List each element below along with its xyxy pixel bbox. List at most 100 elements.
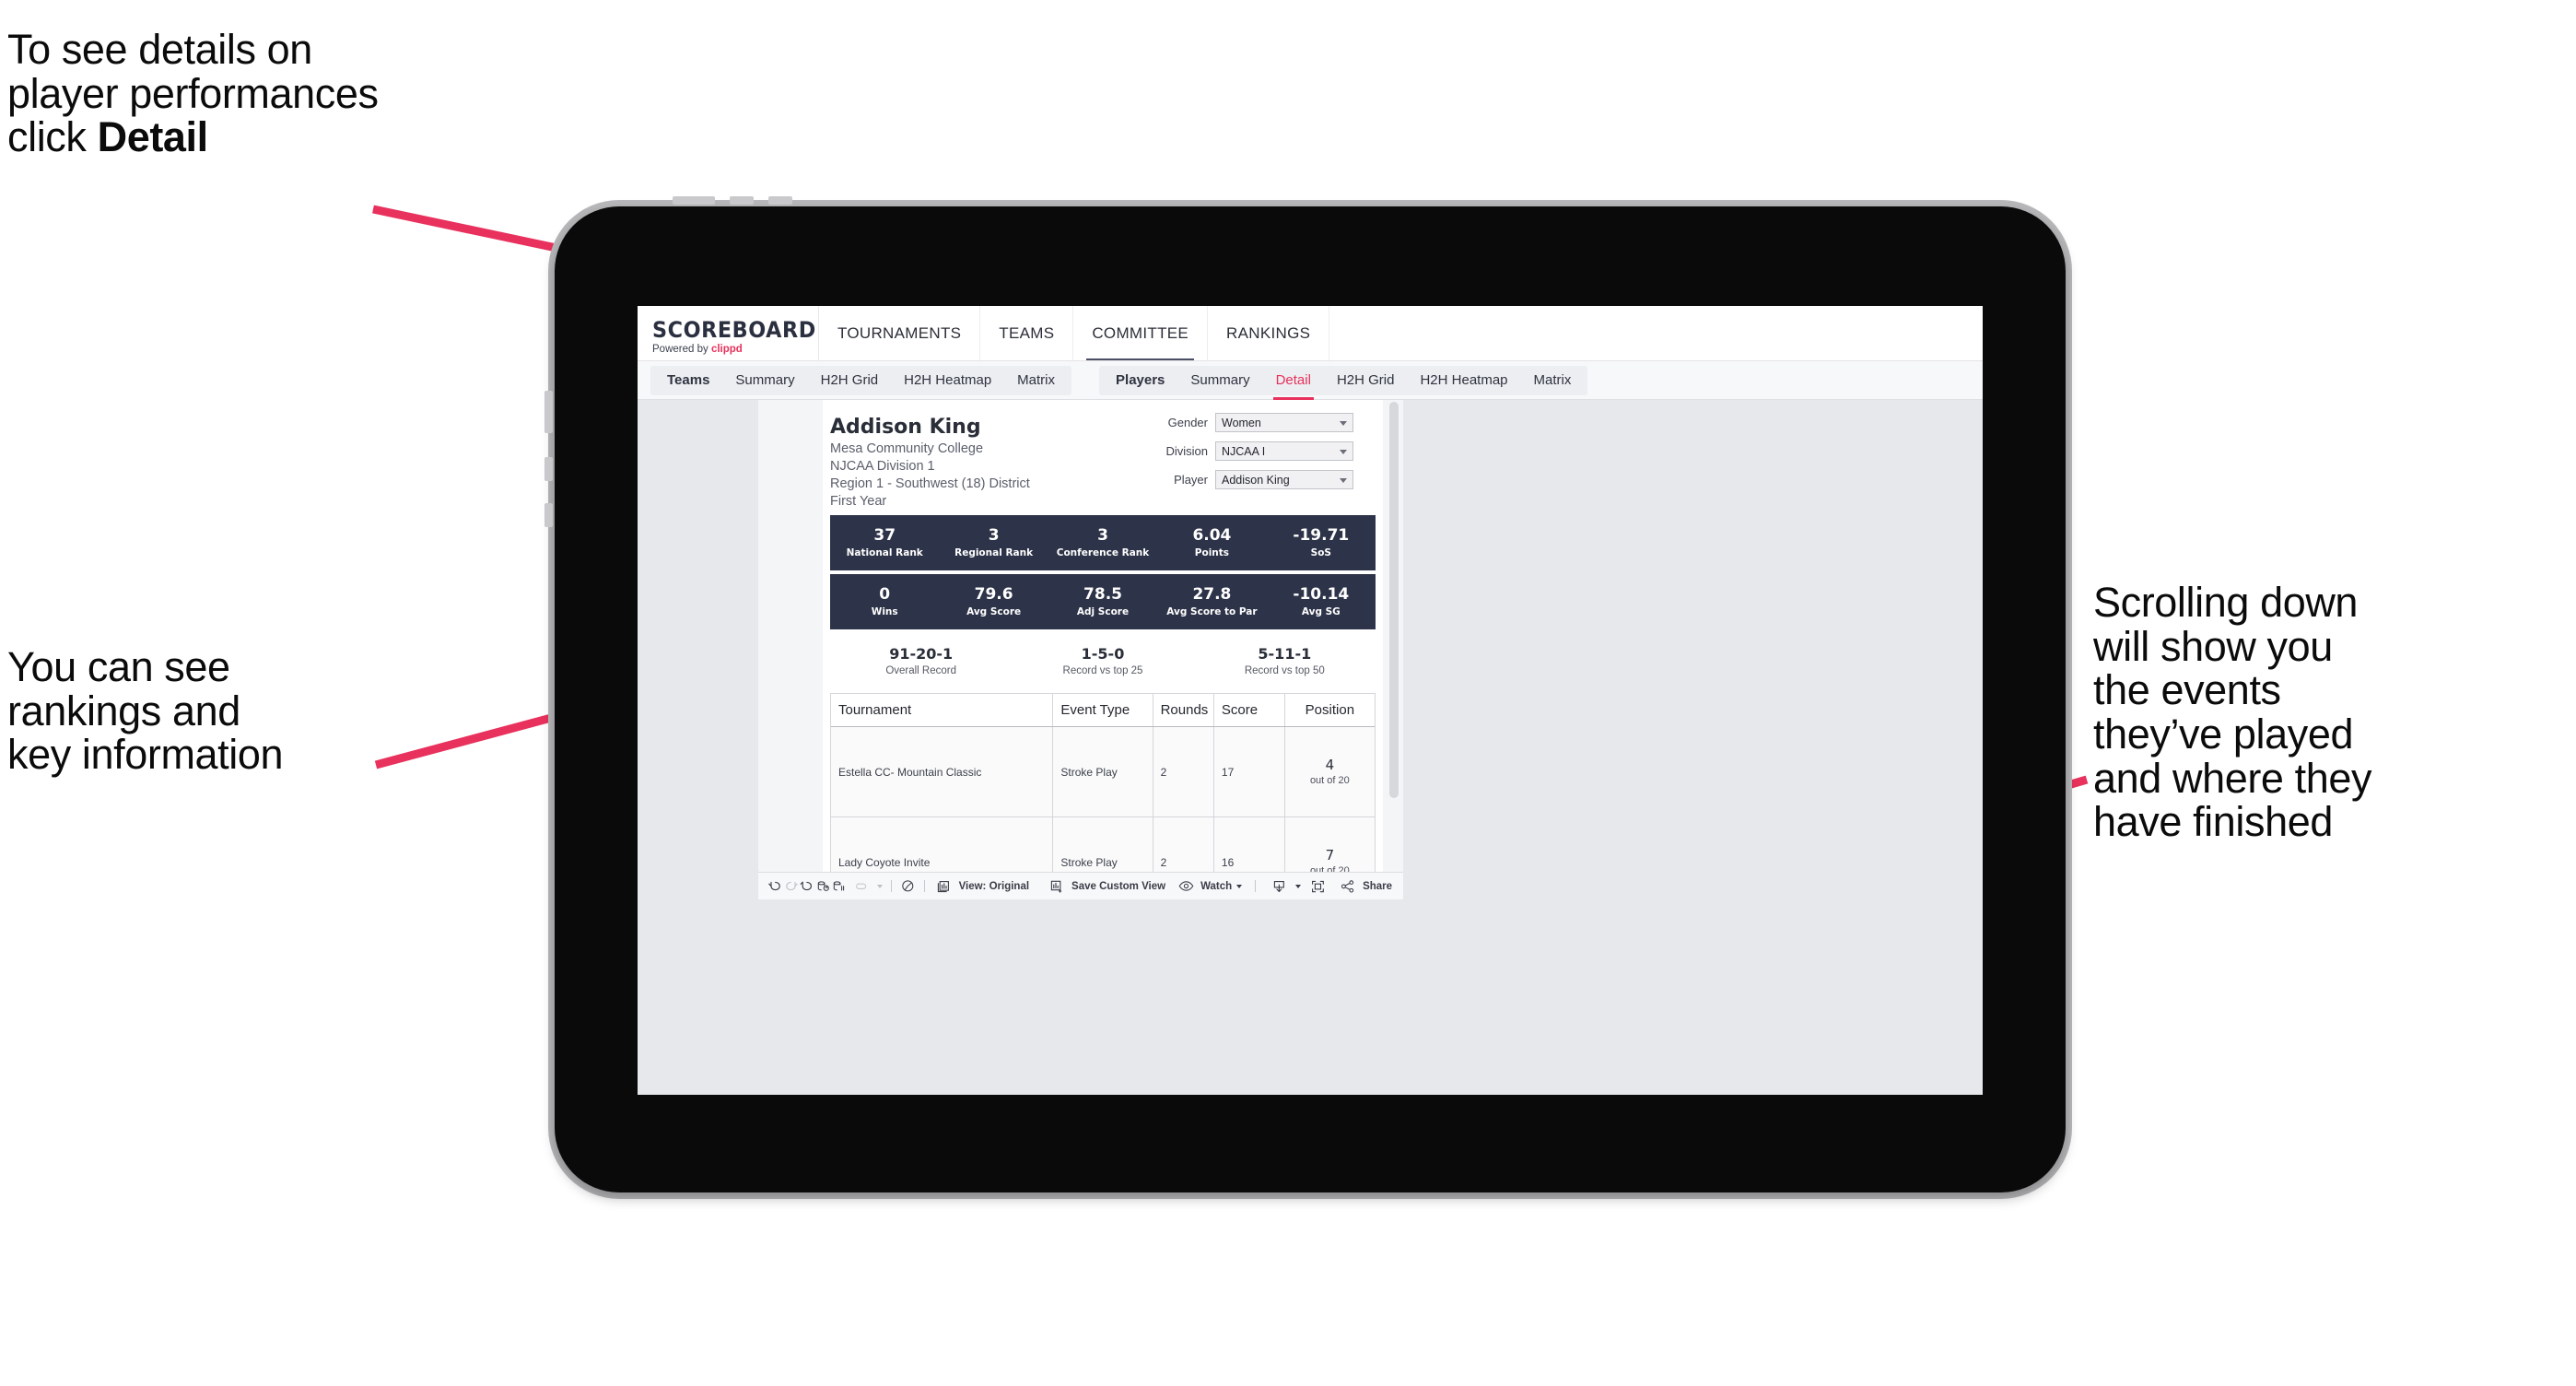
stats-band-rankings: 37 National Rank 3 Regional Rank 3 Confe… (830, 515, 1376, 570)
filter-select-player[interactable]: Addison King (1215, 470, 1353, 489)
revert-icon[interactable] (799, 873, 814, 899)
share-button[interactable]: Share (1337, 879, 1393, 893)
stat-value: 3 (1097, 525, 1108, 545)
position-value: 7 (1325, 846, 1335, 863)
pause-auto-updates-dropdown (850, 882, 883, 891)
record-vs-top-25: 1-5-0 Record vs top 25 (1012, 645, 1193, 676)
screenshot-root: To see details on player performances cl… (0, 0, 2576, 1386)
tab-teams-h2h-heatmap[interactable]: H2H Heatmap (891, 366, 1004, 395)
save-custom-view-button[interactable]: Save Custom View (1046, 880, 1165, 893)
position-out-of: out of 20 (1309, 775, 1350, 787)
tablet-button-side-power (544, 391, 553, 433)
view-original-button[interactable]: View: Original (933, 880, 1029, 893)
cell-event-type: Stroke Play (1052, 726, 1153, 817)
tab-players-summary[interactable]: Summary (1177, 366, 1262, 395)
filter-label-player: Player (1174, 473, 1208, 487)
share-label: Share (1363, 880, 1393, 892)
download-dropdown[interactable] (1269, 880, 1301, 893)
stat-regional-rank: 3 Regional Rank (939, 526, 1048, 558)
stat-avg-score: 79.6 Avg Score (939, 585, 1048, 618)
stat-value: 37 (873, 525, 896, 545)
tab-teams-h2h-grid[interactable]: H2H Grid (808, 366, 892, 395)
loop-icon (850, 882, 872, 891)
record-value: 5-11-1 (1258, 644, 1312, 663)
toolbar-divider (923, 880, 925, 892)
watch-label: Watch (1200, 880, 1233, 892)
topnav-item-teams[interactable]: TEAMS (980, 306, 1074, 360)
filter-label-gender: Gender (1167, 416, 1208, 429)
stats-band-scoring: 0 Wins 79.6 Avg Score 78.5 Adj Score 27.… (830, 574, 1376, 629)
stat-value: -10.14 (1293, 584, 1350, 604)
brand-logo[interactable]: SCOREBOARD Powered by clippd (638, 306, 819, 360)
player-identity-block: Addison King Mesa Community College NJCA… (830, 415, 1030, 511)
tab-teams-summary[interactable]: Summary (722, 366, 807, 395)
record-label: Record vs top 25 (1062, 665, 1143, 677)
brand-title: SCOREBOARD (652, 316, 816, 343)
tab-players-detail[interactable]: Detail (1263, 366, 1324, 400)
tablet-device-frame: SCOREBOARD Powered by clippd TOURNAMENTS… (544, 196, 2066, 1192)
pause-data-icon[interactable] (831, 873, 847, 899)
filter-select-division[interactable]: NJCAA I (1215, 441, 1353, 461)
column-header-score[interactable]: Score (1213, 694, 1285, 727)
filter-row-player: Player Addison King (1142, 470, 1353, 489)
stat-points: 6.04 Points (1157, 526, 1266, 558)
chevron-down-icon (1236, 884, 1243, 888)
pause-refresh-icon[interactable] (900, 873, 916, 899)
cell-tournament: Estella CC- Mountain Classic (831, 726, 1054, 817)
records-row: 91-20-1 Overall Record 1-5-0 Record vs t… (830, 638, 1376, 684)
sheet-scrollbar[interactable] (1389, 402, 1399, 798)
stat-label: National Rank (846, 547, 923, 559)
cell-rounds: 2 (1153, 726, 1214, 817)
tab-players-h2h-heatmap[interactable]: H2H Heatmap (1407, 366, 1520, 395)
tab-players-h2h-grid[interactable]: H2H Grid (1324, 366, 1408, 395)
table-row[interactable]: Estella CC- Mountain Classic Stroke Play… (831, 726, 1375, 817)
filter-label-division: Division (1165, 444, 1208, 458)
app-top-navigation: SCOREBOARD Powered by clippd TOURNAMENTS… (638, 306, 1983, 361)
canvas-right-fill (1403, 872, 1983, 899)
stat-label: Avg Score (966, 606, 1022, 618)
player-region: Region 1 - Southwest (18) District (830, 476, 1030, 492)
stat-conference-rank: 3 Conference Rank (1048, 525, 1157, 559)
tab-teams[interactable]: Teams (654, 366, 722, 395)
column-header-rounds[interactable]: Rounds (1153, 694, 1214, 727)
fullscreen-icon[interactable] (1310, 873, 1326, 899)
column-header-position[interactable]: Position (1284, 694, 1375, 727)
tablet-button-top-3 (768, 196, 792, 205)
chevron-down-icon (1294, 884, 1301, 888)
tab-teams-matrix[interactable]: Matrix (1004, 366, 1068, 395)
stat-label: SoS (1310, 547, 1331, 559)
record-vs-top-50: 5-11-1 Record vs top 50 (1194, 645, 1376, 676)
topnav-label: RANKINGS (1226, 323, 1311, 342)
topnav-item-rankings[interactable]: RANKINGS (1208, 306, 1330, 360)
stat-national-rank: 37 National Rank (830, 525, 939, 559)
canvas-bottom-fill (638, 899, 1983, 1095)
filter-value-gender: Women (1222, 416, 1261, 429)
record-value: 91-20-1 (889, 644, 954, 663)
topnav-item-committee[interactable]: COMMITTEE (1073, 306, 1209, 360)
workbook-toolbar: View: Original Save Custom View Watch Sh… (758, 872, 1403, 899)
table-header-row: Tournament Event Type Rounds Score Posit… (831, 694, 1375, 727)
stat-value: -19.71 (1293, 525, 1350, 545)
refresh-data-icon[interactable] (815, 873, 831, 899)
player-class-year: First Year (830, 494, 887, 510)
stat-label: Conference Rank (1056, 547, 1150, 559)
stat-avg-sg: -10.14 Avg SG (1267, 584, 1376, 618)
tab-players-matrix[interactable]: Matrix (1521, 366, 1585, 395)
chevron-down-icon (1340, 449, 1347, 454)
record-value: 1-5-0 (1081, 644, 1125, 663)
toolbar-divider (890, 880, 892, 892)
column-header-event-type[interactable]: Event Type (1052, 694, 1153, 727)
cell-score: 17 (1213, 726, 1285, 817)
record-overall: 91-20-1 Overall Record (830, 645, 1012, 676)
filter-value-division: NJCAA I (1222, 444, 1266, 458)
stat-sos: -19.71 SoS (1267, 525, 1376, 559)
stat-label: Avg SG (1301, 606, 1341, 618)
undo-icon[interactable] (767, 873, 783, 899)
watch-dropdown[interactable]: Watch (1175, 880, 1243, 892)
filter-select-gender[interactable]: Women (1215, 413, 1353, 432)
column-header-tournament[interactable]: Tournament (831, 694, 1054, 727)
tab-players[interactable]: Players (1103, 366, 1177, 395)
stat-value: 78.5 (1083, 584, 1122, 604)
topnav-item-tournaments[interactable]: TOURNAMENTS (819, 306, 981, 360)
brand-subtitle: Powered by clippd (652, 344, 818, 356)
